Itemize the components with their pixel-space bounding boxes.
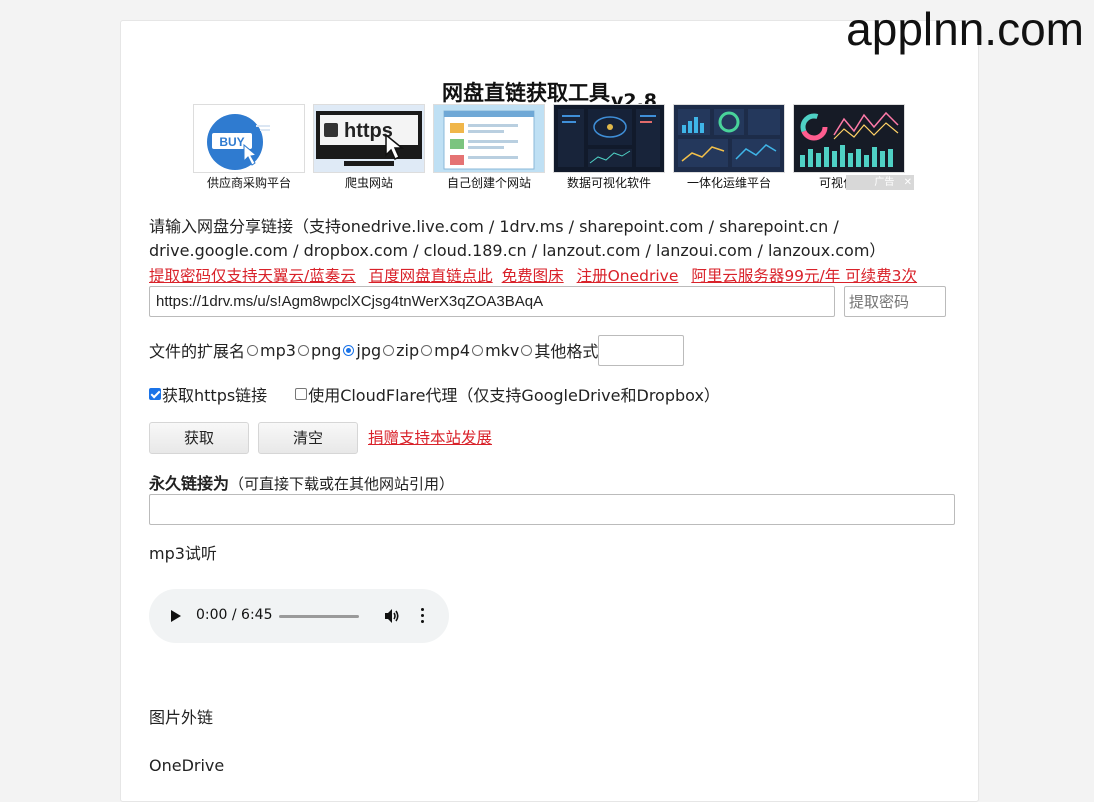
ext-option-label: mp4 [434, 340, 471, 360]
audio-time: 0:00 / 6:45 [196, 607, 273, 623]
options-row: 获取https链接 使用CloudFlare代理（仅支持GoogleDrive和… [149, 382, 720, 406]
ad-item[interactable]: 一体化运维平台 [673, 104, 785, 191]
aliyun-server-link[interactable]: 阿里云服务器99元/年 可续费3次 [691, 267, 917, 285]
register-onedrive-link[interactable]: 注册Onedrive [577, 267, 679, 285]
clear-button[interactable]: 清空 [258, 422, 358, 454]
promo-links: 提取密码仅支持天翼云/蓝奏云 百度网盘直链点此 免费图床 注册Onedrive … [149, 264, 925, 286]
permanent-link-output[interactable] [149, 494, 955, 525]
link-prompt-line2: drive.google.com / dropbox.com / cloud.1… [149, 241, 886, 260]
ad-badge[interactable]: 广告 ✕ [846, 175, 914, 190]
free-image-host-link[interactable]: 免费图床 [502, 267, 564, 285]
onedrive-label: OneDrive [149, 756, 225, 775]
cloudflare-checkbox[interactable] [295, 388, 308, 400]
permanent-link-title: 永久链接为 [149, 474, 230, 493]
main-card: 网盘直链获取工具v2.8 BUY 供应商采购平台 https 爬虫网站 自己创建… [120, 20, 979, 802]
other-extension-input[interactable] [598, 334, 685, 366]
ad-caption: 数据可视化软件 [566, 176, 651, 190]
ext-option-label: zip [396, 340, 420, 360]
password-input[interactable] [844, 286, 946, 317]
mp3-preview-label: mp3试听 [149, 544, 217, 563]
extension-label: 文件的扩展名 [149, 342, 246, 361]
radio-png[interactable] [297, 344, 309, 356]
volume-icon[interactable] [383, 607, 401, 625]
ad-item[interactable]: 数据可视化软件 [553, 104, 665, 191]
dashboard-icon [553, 104, 665, 173]
ad-item[interactable]: 自己创建个网站 [433, 104, 545, 191]
https-monitor-icon: https [313, 104, 425, 173]
ext-option-mp3[interactable]: mp3 [245, 341, 296, 360]
ext-option-label: mkv [485, 340, 520, 360]
more-options-icon[interactable] [421, 608, 425, 624]
baidu-direct-link[interactable]: 百度网盘直链点此 [369, 267, 493, 285]
page-title-text: 网盘直链获取工具 [441, 81, 610, 105]
ad-caption: 爬虫网站 [344, 176, 393, 190]
radio-zip[interactable] [383, 344, 395, 356]
close-icon[interactable]: ✕ [904, 177, 912, 188]
ad-strip: BUY 供应商采购平台 https 爬虫网站 自己创建个网站 数据可视化软件 一… [193, 104, 915, 194]
play-icon[interactable] [171, 610, 181, 622]
watermark: applnn.com [846, 3, 1084, 55]
charts-icon [793, 104, 905, 173]
ad-caption: 一体化运维平台 [686, 176, 771, 190]
link-prompt-line1: 请输入网盘分享链接（支持onedrive.live.com / 1drv.ms … [149, 217, 839, 236]
https-label: 获取https链接 [162, 386, 268, 405]
radio-mkv[interactable] [472, 344, 484, 356]
password-support-link[interactable]: 提取密码仅支持天翼云/蓝奏云 [149, 267, 356, 285]
radio-mp4[interactable] [421, 344, 433, 356]
ad-label: 广告 [874, 177, 895, 188]
ad-item[interactable]: https 爬虫网站 [313, 104, 425, 191]
ext-option-label: 其他格式 [534, 342, 599, 361]
radio-mp3[interactable] [247, 344, 259, 356]
cloudflare-label: 使用CloudFlare代理（仅支持GoogleDrive和Dropbox） [308, 386, 720, 405]
ad-caption: 自己创建个网站 [446, 176, 531, 190]
radio-other[interactable] [521, 344, 533, 356]
donate-link[interactable]: 捐赠支持本站发展 [368, 426, 492, 448]
ext-option-other[interactable]: 其他格式 [519, 338, 598, 362]
ad-item[interactable]: BUY 供应商采购平台 [193, 104, 305, 191]
audio-player[interactable]: 0:00 / 6:45 [149, 589, 449, 643]
ext-option-mp4[interactable]: mp4 [419, 341, 470, 360]
ext-option-mkv[interactable]: mkv [470, 341, 519, 360]
ext-option-label: jpg [356, 340, 382, 360]
ad-caption: 供应商采购平台 [206, 176, 291, 190]
page-title: 网盘直链获取工具v2.8 [121, 77, 978, 112]
image-link-label: 图片外链 [149, 708, 214, 727]
radio-jpg[interactable] [343, 344, 355, 356]
ext-option-label: mp3 [260, 340, 296, 360]
buy-icon: BUY [193, 104, 305, 173]
ops-dashboard-icon [673, 104, 785, 173]
permanent-link-note: （可直接下载或在其他网站引用） [229, 475, 455, 493]
get-button[interactable]: 获取 [149, 422, 249, 454]
svg-text:BUY: BUY [219, 135, 244, 149]
share-url-input[interactable] [149, 286, 835, 317]
website-builder-icon [433, 104, 545, 173]
ext-option-label: png [310, 340, 342, 360]
ext-option-png[interactable]: png [296, 341, 341, 360]
ext-option-jpg[interactable]: jpg [341, 341, 381, 360]
permanent-link-label: 永久链接为（可直接下载或在其他网站引用） [149, 470, 454, 494]
ext-option-zip[interactable]: zip [381, 341, 419, 360]
extension-selector: 文件的扩展名 mp3 png jpg zip mp4 mkv 其他格式 [149, 334, 685, 366]
audio-seek-bar[interactable] [279, 615, 359, 618]
https-checkbox[interactable] [149, 388, 161, 400]
